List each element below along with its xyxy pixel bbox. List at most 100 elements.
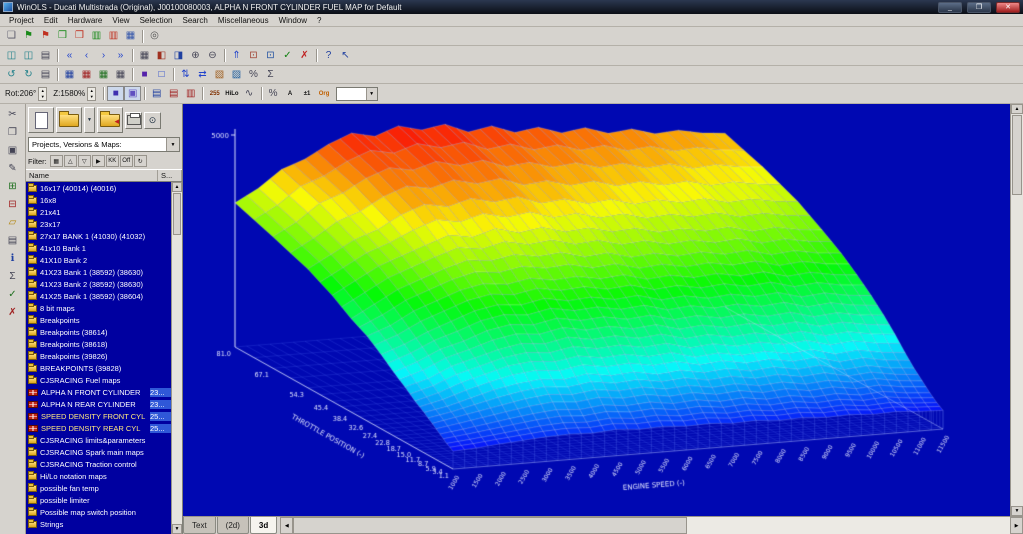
info-icon[interactable]: ℹ <box>4 251 22 267</box>
tree-item-22[interactable]: CJSRACING Spark main maps <box>26 446 171 458</box>
tree-item-12[interactable]: Breakpoints (38614) <box>26 326 171 338</box>
last-difference-icon[interactable]: » <box>112 48 129 63</box>
close-button[interactable]: ✕ <box>996 2 1020 13</box>
view-2d-button[interactable]: ■ <box>107 86 124 101</box>
percent-mode-button[interactable]: % <box>265 86 282 101</box>
view-3d-button[interactable]: ▣ <box>124 86 141 101</box>
maximize-button[interactable]: ❐ <box>967 2 991 13</box>
menu-project[interactable]: Project <box>4 15 39 26</box>
tab-2d[interactable]: (2d) <box>217 517 249 534</box>
cut-icon[interactable]: ✂ <box>4 107 22 123</box>
context-help-icon[interactable]: ↖ <box>337 48 354 63</box>
card-red-icon[interactable]: ▥ <box>105 29 122 44</box>
tree-item-23[interactable]: CJSRACING Traction control <box>26 458 171 470</box>
insert-row-icon[interactable]: ⇅ <box>177 67 194 82</box>
insert-map-icon[interactable]: ⇑ <box>228 48 245 63</box>
tree-item-3[interactable]: 23x17 <box>26 218 171 230</box>
chevron-down-icon[interactable]: ▼ <box>166 138 179 151</box>
column-header-name[interactable]: Name <box>26 170 158 181</box>
tree-item-17[interactable]: ALPHA N FRONT CYLINDER23... <box>26 386 171 398</box>
map-vertical-scrollbar[interactable]: ▲ ▼ <box>1010 104 1023 516</box>
import-file-button[interactable] <box>97 107 123 133</box>
previous-map-icon[interactable]: ◧ <box>153 48 170 63</box>
refresh-icon[interactable]: ↻ <box>20 67 37 82</box>
tree-item-21[interactable]: CJSRACING limits&parameters <box>26 434 171 446</box>
zoom-out-icon[interactable]: ⊖ <box>204 48 221 63</box>
filter-grid-button[interactable]: ▦ <box>50 155 63 167</box>
menu-selection[interactable]: Selection <box>135 15 178 26</box>
target-icon[interactable]: ◎ <box>146 29 163 44</box>
help-icon[interactable]: ? <box>320 48 337 63</box>
tree-item-4[interactable]: 27x17 BANK 1 (41030) (41032) <box>26 230 171 242</box>
map-list-icon[interactable]: ▦ <box>136 48 153 63</box>
map-horizontal-scrollbar[interactable]: ◀ ▶ <box>280 517 1023 534</box>
menu-search[interactable]: Search <box>178 15 213 26</box>
sync-icon[interactable]: ↺ <box>3 67 20 82</box>
tree-scrollbar[interactable]: ▲ ▼ <box>171 182 182 534</box>
sum-icon[interactable]: Σ <box>262 67 279 82</box>
map-vscroll-thumb[interactable] <box>1012 115 1022 195</box>
rotation-spinner[interactable]: ▲▼ <box>38 87 47 101</box>
book-red-icon[interactable]: ❒ <box>71 29 88 44</box>
column-header-size[interactable]: S... <box>158 170 182 181</box>
tree-item-8[interactable]: 41X23 Bank 2 (38592) (38630) <box>26 278 171 290</box>
zoom-in-icon[interactable]: ⊕ <box>187 48 204 63</box>
tree-item-10[interactable]: 8 bit maps <box>26 302 171 314</box>
table-row-select-icon[interactable]: ▤ <box>165 86 182 101</box>
grid-org-icon[interactable]: ▦ <box>95 67 112 82</box>
tree-item-2[interactable]: 21x41 <box>26 206 171 218</box>
filter-kk-button[interactable]: KK <box>106 155 119 167</box>
scroll-down-icon[interactable]: ▼ <box>172 524 182 534</box>
list-icon[interactable]: ▤ <box>4 233 22 249</box>
next-difference-icon[interactable]: › <box>95 48 112 63</box>
print-list-button[interactable] <box>125 112 142 129</box>
new-version-button[interactable] <box>28 107 54 133</box>
upload-ecu-icon[interactable]: ◫ <box>3 48 20 63</box>
tree-item-16[interactable]: CJSRACING Fuel maps <box>26 374 171 386</box>
edit-properties-icon[interactable]: ✎ <box>4 161 22 177</box>
scroll-up-icon[interactable]: ▲ <box>1011 104 1023 114</box>
download-ecu-icon[interactable]: ◫ <box>20 48 37 63</box>
menu-window[interactable]: Window <box>274 15 312 26</box>
window-split-icon[interactable]: □ <box>153 67 170 82</box>
tree-item-7[interactable]: 41X23 Bank 1 (38592) (38630) <box>26 266 171 278</box>
sum-small-icon[interactable]: Σ <box>4 269 22 285</box>
cell-pattern-icon[interactable]: ▨ <box>228 67 245 82</box>
scroll-up-icon[interactable]: ▲ <box>172 182 182 192</box>
print-icon[interactable]: ▤ <box>37 48 54 63</box>
insert-column-icon[interactable]: ⇄ <box>194 67 211 82</box>
tree-item-9[interactable]: 41X25 Bank 1 (38592) (38604) <box>26 290 171 302</box>
tree-item-13[interactable]: Breakpoints (38618) <box>26 338 171 350</box>
scroll-down-icon[interactable]: ▼ <box>1011 506 1023 516</box>
absolute-mode-button[interactable]: A <box>282 86 299 101</box>
io-version-icon[interactable]: ⊡ <box>262 48 279 63</box>
3d-surface-view[interactable] <box>183 104 1010 516</box>
chevron-down-icon[interactable]: ▼ <box>366 88 377 100</box>
tree-item-19[interactable]: SPEED DENSITY FRONT CYL25... <box>26 410 171 422</box>
grid-diff-icon[interactable]: ▦ <box>78 67 95 82</box>
reject-icon[interactable]: ✗ <box>296 48 313 63</box>
tree-item-1[interactable]: 16x8 <box>26 194 171 206</box>
copy-icon[interactable]: ❐ <box>4 125 22 141</box>
title-bar[interactable]: WinOLS - Ducati Multistrada (Original), … <box>0 0 1023 14</box>
grid-plain-icon[interactable]: ▦ <box>112 67 129 82</box>
value-255-button[interactable]: 255 <box>206 86 223 101</box>
tree-item-0[interactable]: 16x17 (40014) (40016) <box>26 182 171 194</box>
cross-small-icon[interactable]: ✗ <box>4 305 22 321</box>
menu-miscellaneous[interactable]: Miscellaneous <box>213 15 274 26</box>
minimize-button[interactable]: _ <box>938 2 962 13</box>
tree-item-5[interactable]: 41x10 Bank 1 <box>26 242 171 254</box>
menu-help[interactable]: ? <box>312 15 326 26</box>
filter-play-button[interactable]: ▶ <box>92 155 105 167</box>
scroll-left-icon[interactable]: ◀ <box>280 517 293 534</box>
print-map-icon[interactable]: ▤ <box>37 67 54 82</box>
add-map-icon[interactable]: ⊞ <box>4 179 22 195</box>
map-selector-dropdown[interactable]: ▼ <box>336 87 378 101</box>
curve-button[interactable]: ∿ <box>241 86 258 101</box>
delete-map-icon[interactable]: ⊟ <box>4 197 22 213</box>
checkered-flag-green-icon[interactable]: ⚑ <box>20 29 37 44</box>
open-project-button[interactable] <box>56 107 82 133</box>
window-single-icon[interactable]: ■ <box>136 67 153 82</box>
tree-item-24[interactable]: Hi/Lo notation maps <box>26 470 171 482</box>
tree-item-6[interactable]: 41X10 Bank 2 <box>26 254 171 266</box>
